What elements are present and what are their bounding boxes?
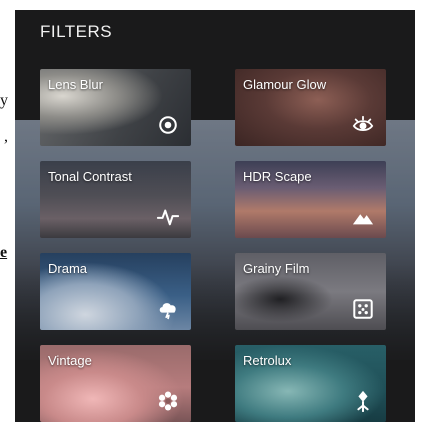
page-title: FILTERS bbox=[40, 22, 113, 41]
filter-tile-grainy-film[interactable]: Grainy Film bbox=[235, 253, 386, 330]
pulse-icon bbox=[157, 206, 179, 228]
cloud-lightning-icon bbox=[157, 298, 179, 320]
mountain-icon bbox=[352, 206, 374, 228]
target-icon bbox=[157, 114, 179, 136]
filter-tile-retrolux[interactable]: Retrolux bbox=[235, 345, 386, 422]
flower-icon bbox=[157, 390, 179, 412]
filter-label: Glamour Glow bbox=[243, 77, 327, 92]
page-text-fragment: , bbox=[4, 128, 8, 145]
filter-label: Retrolux bbox=[243, 353, 292, 368]
filter-label: Tonal Contrast bbox=[48, 169, 132, 184]
filter-tile-vintage[interactable]: Vintage bbox=[40, 345, 191, 422]
filter-tile-tonal-contrast[interactable]: Tonal Contrast bbox=[40, 161, 191, 238]
filter-tile-hdr-scape[interactable]: HDR Scape bbox=[235, 161, 386, 238]
page-text-fragment: y bbox=[0, 92, 8, 109]
filter-label: Vintage bbox=[48, 353, 92, 368]
retro-star-icon bbox=[352, 390, 374, 412]
page-text-fragment: e bbox=[0, 244, 8, 261]
filter-tile-drama[interactable]: Drama bbox=[40, 253, 191, 330]
filter-label: Lens Blur bbox=[48, 77, 103, 92]
eye-icon bbox=[352, 114, 374, 136]
filter-label: HDR Scape bbox=[243, 169, 312, 184]
filter-label: Grainy Film bbox=[243, 261, 310, 276]
filter-tile-lens-blur[interactable]: Lens Blur bbox=[40, 69, 191, 146]
filter-tile-glamour-glow[interactable]: Glamour Glow bbox=[235, 69, 386, 146]
filter-label: Drama bbox=[48, 261, 88, 276]
film-grain-icon bbox=[352, 298, 374, 320]
filters-screen: FILTERS Lens Blur Glamour Glow Tonal Con… bbox=[15, 10, 415, 422]
